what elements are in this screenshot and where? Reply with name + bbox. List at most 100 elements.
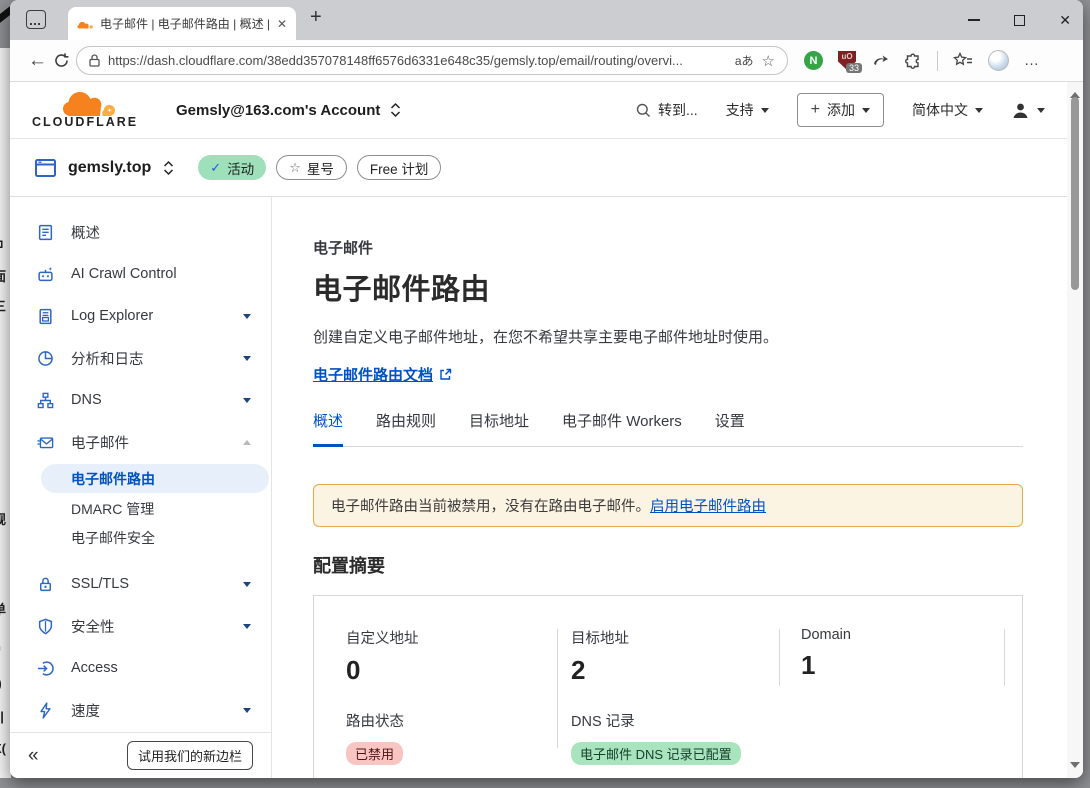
sidebar-item-access[interactable]: Access <box>10 647 271 689</box>
browser-menu-icon[interactable]: … <box>1024 52 1040 69</box>
dns-icon <box>37 392 54 409</box>
main-content: 电子邮件 电子邮件路由 创建自定义电子邮件地址，在您不希望共享主要电子邮件地址时… <box>272 197 1067 778</box>
tab-settings[interactable]: 设置 <box>715 410 745 446</box>
sidebar-subitem-email-security[interactable]: 电子邮件安全 <box>10 523 271 552</box>
log-explorer-icon <box>37 308 54 325</box>
sidebar-item-label: 安全性 <box>71 616 115 637</box>
tab-close-icon[interactable]: ✕ <box>277 17 287 31</box>
sidebar-item-dns[interactable]: DNS <box>10 379 271 421</box>
external-link-icon <box>439 368 452 381</box>
tab-email-workers[interactable]: 电子邮件 Workers <box>562 410 682 446</box>
cloudflare-favicon-icon <box>77 19 93 29</box>
sidebar: 概述 AI Crawl Control <box>10 197 272 778</box>
tab-overview[interactable]: 概述 <box>313 410 343 447</box>
stat-value: 1 <box>801 650 1022 681</box>
sidebar-item-label: 分析和日志 <box>71 348 144 369</box>
bg-glyph: 面 <box>0 266 6 285</box>
chevron-down-icon <box>1037 108 1045 117</box>
chevron-up-icon <box>243 436 251 445</box>
user-menu[interactable] <box>1011 101 1045 120</box>
tab-destination-addresses[interactable]: 目标地址 <box>469 410 529 446</box>
bg-glyph: e| <box>0 709 4 724</box>
chevron-down-icon <box>243 624 251 633</box>
star-icon: ☆ <box>289 160 301 176</box>
status-label: 活动 <box>227 158 254 178</box>
go-to-search[interactable]: 转到... <box>636 100 698 120</box>
page-eyebrow: 电子邮件 <box>313 237 1067 258</box>
back-button[interactable]: ← <box>28 50 47 72</box>
new-tab-button[interactable]: + <box>310 6 322 29</box>
browser-tab[interactable]: 电子邮件 | 电子邮件路由 | 概述 | g ✕ <box>68 7 296 40</box>
browser-titlebar: 电子邮件 | 电子邮件路由 | 概述 | g ✕ + ✕ <box>10 0 1083 40</box>
curved-arrow-extension-icon[interactable] <box>871 53 889 69</box>
translate-icon[interactable]: aあ <box>735 52 754 69</box>
tab-routing-rules[interactable]: 路由规则 <box>376 410 436 446</box>
banner-text: 电子邮件路由当前被禁用，没有在路由电子邮件。 <box>331 499 650 515</box>
domain-selector-icon[interactable] <box>163 160 174 176</box>
shield-icon <box>37 618 54 635</box>
sidebar-item-log-explorer[interactable]: Log Explorer <box>10 295 271 337</box>
cloudflare-logo[interactable]: CLOUDFLARE <box>32 91 146 129</box>
refresh-button[interactable] <box>53 52 70 69</box>
plus-icon: + <box>811 101 820 119</box>
extension-n-icon[interactable]: N <box>804 51 823 70</box>
bg-glyph: ⊐ <box>0 236 4 252</box>
sidebar-item-analytics[interactable]: 分析和日志 <box>10 337 271 379</box>
star-label: 星号 <box>307 158 334 178</box>
scrollbar-thumb[interactable] <box>1071 97 1079 290</box>
chevron-down-icon <box>975 108 983 117</box>
sidebar-item-label: 概述 <box>71 222 100 243</box>
sidebar-item-speed[interactable]: 速度 <box>10 689 271 731</box>
bg-glyph: f) <box>0 676 2 691</box>
browser-profile-avatar[interactable] <box>988 50 1009 71</box>
page-scrollbar[interactable] <box>1067 82 1083 778</box>
support-menu[interactable]: 支持 <box>726 100 769 120</box>
enable-email-routing-link[interactable]: 启用电子邮件路由 <box>650 499 766 515</box>
stat-destination-addresses: 目标地址 2 <box>557 627 779 686</box>
card-divider <box>779 629 780 686</box>
try-new-sidebar-button[interactable]: 试用我们的新边栏 <box>127 741 253 770</box>
window-close-button[interactable]: ✕ <box>1059 12 1071 29</box>
collapse-sidebar-button[interactable]: « <box>28 745 39 767</box>
cloudflare-header: CLOUDFLARE Gemsly@163.com's Account 转到..… <box>10 82 1067 139</box>
site-icon <box>35 159 56 177</box>
account-name: Gemsly@163.com's Account <box>176 102 380 119</box>
language-menu[interactable]: 简体中文 <box>912 100 983 120</box>
url-text[interactable]: https://dash.cloudflare.com/38edd3570781… <box>108 53 727 68</box>
sidebar-item-label: Log Explorer <box>71 308 153 324</box>
sidebar-item-email[interactable]: 电子邮件 <box>10 421 271 463</box>
chevron-down-icon <box>243 708 251 717</box>
account-switcher[interactable]: Gemsly@163.com's Account <box>176 102 401 119</box>
domain-name: gemsly.top <box>68 159 151 177</box>
domain-bar: gemsly.top ✓ 活动 ☆ 星号 Free 计划 <box>10 139 1067 197</box>
chevron-down-icon <box>761 108 769 117</box>
sidebar-subitem-email-routing[interactable]: 电子邮件路由 <box>41 464 269 493</box>
sidebar-item-security[interactable]: 安全性 <box>10 605 271 647</box>
tab-bar: 概述 路由规则 目标地址 电子邮件 Workers 设置 <box>313 410 1023 447</box>
tab-title: 电子邮件 | 电子邮件路由 | 概述 | g <box>100 15 270 32</box>
bookmark-star-icon[interactable]: ☆ <box>762 52 775 70</box>
scrollbar-down-icon[interactable] <box>1070 762 1080 773</box>
window-maximize-button[interactable] <box>1014 15 1025 26</box>
bg-glyph: h <box>0 639 1 654</box>
stat-routing-status: 路由状态 已禁用 <box>314 710 557 765</box>
sidebar-item-ssl-tls[interactable]: SSL/TLS <box>10 563 271 605</box>
add-button[interactable]: + 添加 <box>797 93 884 127</box>
bg-glyph: 规 <box>0 509 6 528</box>
tab-actions-icon[interactable] <box>26 10 46 29</box>
sidebar-item-label: 速度 <box>71 700 100 721</box>
sidebar-item-ai-crawl-control[interactable]: AI Crawl Control <box>10 253 271 295</box>
address-bar[interactable]: https://dash.cloudflare.com/38edd3570781… <box>76 46 788 75</box>
extensions-puzzle-icon[interactable] <box>904 52 922 70</box>
window-minimize-button[interactable] <box>968 19 980 21</box>
search-icon <box>636 103 651 118</box>
star-badge[interactable]: ☆ 星号 <box>276 155 347 180</box>
email-routing-docs-link[interactable]: 电子邮件路由文档 <box>313 364 433 385</box>
bg-glyph: 三 <box>0 296 6 315</box>
dns-records-badge: 电子邮件 DNS 记录已配置 <box>571 742 741 765</box>
favorites-hub-icon[interactable] <box>953 52 973 69</box>
page-title: 电子邮件路由 <box>313 266 1067 308</box>
sidebar-item-overview[interactable]: 概述 <box>10 211 271 253</box>
sidebar-subitem-dmarc[interactable]: DMARC 管理 <box>10 494 271 523</box>
ublock-extension-icon[interactable]: uO 33 <box>838 51 856 70</box>
